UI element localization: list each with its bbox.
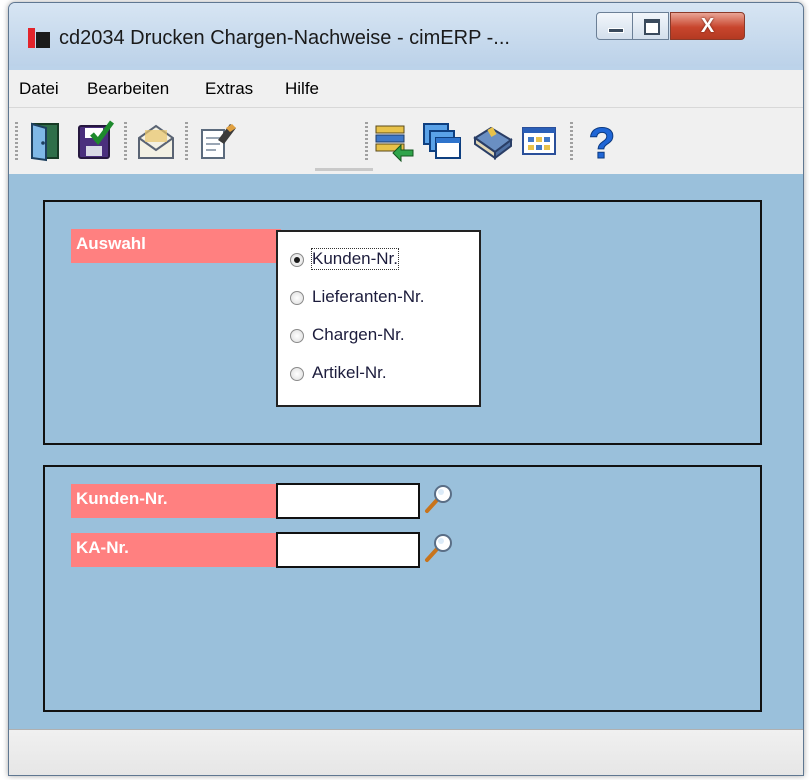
toolbar-separator	[185, 122, 188, 162]
radio-selected-dot	[294, 257, 300, 263]
window-title: cd2034 Drucken Chargen-Nachweise - cimER…	[59, 27, 510, 49]
maximize-icon	[644, 19, 660, 35]
toolbar-separator	[365, 122, 368, 162]
auswahl-radio-group: Kunden-Nr. Lieferanten-Nr. Chargen-Nr. A…	[276, 230, 481, 407]
menu-datei[interactable]: Datei	[19, 79, 59, 99]
title-bar[interactable]: cd2034 Drucken Chargen-Nachweise - cimER…	[9, 3, 803, 66]
kunden-nr-search-button[interactable]	[422, 483, 456, 515]
radio-label: Kunden-Nr.	[311, 248, 399, 270]
toolbar-separator	[124, 122, 127, 162]
menu-hilfe[interactable]: Hilfe	[285, 79, 319, 99]
ka-nr-search-button[interactable]	[422, 532, 456, 564]
radio-label: Chargen-Nr.	[312, 325, 405, 344]
list-import-icon[interactable]	[373, 116, 415, 164]
exit-door-icon[interactable]	[26, 116, 68, 164]
close-icon: X	[700, 15, 715, 37]
kunden-nr-label: Kunden-Nr.	[71, 484, 281, 518]
menu-bar: Datei Bearbeiten Extras Hilfe	[9, 70, 803, 107]
menu-extras[interactable]: Extras	[205, 79, 253, 99]
menu-bearbeiten[interactable]: Bearbeiten	[87, 79, 169, 99]
application-window: cd2034 Drucken Chargen-Nachweise - cimER…	[8, 2, 804, 776]
kunden-nr-input[interactable]	[276, 483, 420, 519]
radio-label: Artikel-Nr.	[312, 363, 387, 382]
radio-label: Lieferanten-Nr.	[312, 287, 425, 306]
toolbar-separator	[570, 122, 573, 162]
auswahl-label: Auswahl	[71, 229, 281, 263]
magnifier-icon	[425, 485, 452, 513]
minimize-icon	[608, 28, 624, 33]
minimize-button[interactable]	[596, 12, 633, 40]
selection-group: Auswahl Kunden-Nr. Lieferanten-Nr. Charg…	[43, 200, 762, 445]
help-icon: ?	[589, 119, 616, 164]
radio-button[interactable]	[290, 253, 304, 267]
radio-button[interactable]	[290, 291, 304, 305]
app-icon	[28, 28, 50, 48]
maximize-button[interactable]	[632, 12, 669, 40]
ka-nr-input[interactable]	[276, 532, 420, 568]
toolbar: ?	[9, 107, 803, 175]
toolbar-grip[interactable]	[15, 122, 18, 162]
edit-document-icon[interactable]	[196, 116, 238, 164]
save-icon[interactable]	[74, 116, 116, 164]
mail-icon[interactable]	[135, 116, 177, 164]
client-area: Auswahl Kunden-Nr. Lieferanten-Nr. Charg…	[9, 174, 803, 729]
radio-button[interactable]	[290, 329, 304, 343]
help-button[interactable]: ?	[581, 116, 623, 165]
ka-nr-label: KA-Nr.	[71, 533, 281, 567]
status-bar	[9, 729, 803, 775]
radio-button[interactable]	[290, 367, 304, 381]
close-button[interactable]: X	[670, 12, 745, 40]
magnifier-icon	[425, 534, 452, 562]
book-icon[interactable]	[471, 116, 513, 164]
windows-cascade-icon[interactable]	[421, 116, 463, 164]
toolbar-divider	[315, 168, 373, 171]
grid-view-icon[interactable]	[519, 116, 561, 164]
filter-group: Kunden-Nr. KA-Nr.	[43, 465, 762, 712]
